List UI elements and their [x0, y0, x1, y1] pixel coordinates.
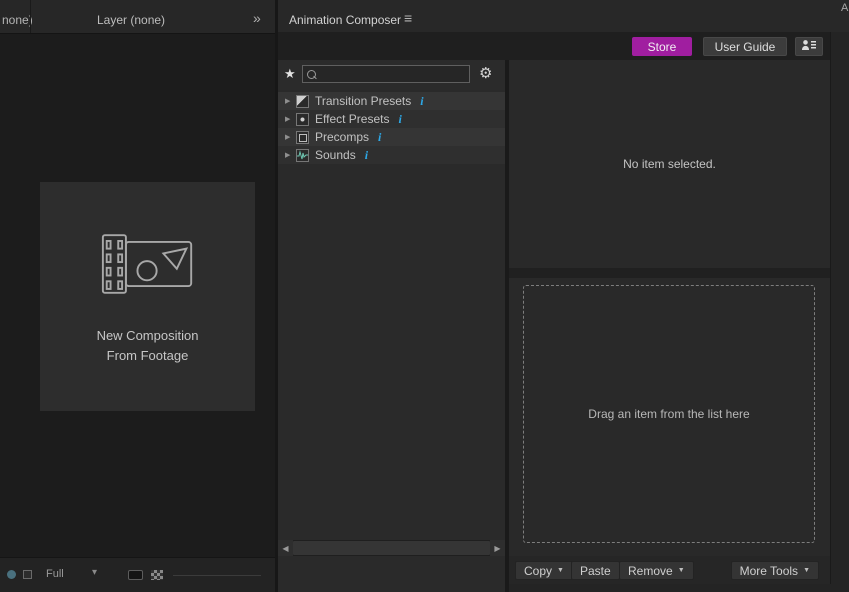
copy-button-label: Copy [524, 564, 552, 578]
preset-list-pane: ★ ⚙ ▶ Transition Presets i ▶ Effect Pres… [278, 60, 505, 592]
drop-target[interactable]: Drag an item from the list here [523, 285, 815, 543]
paste-button[interactable]: Paste [571, 561, 620, 580]
more-tools-button-label: More Tools [740, 564, 798, 578]
region-of-interest-icon[interactable] [128, 570, 143, 580]
composition-viewer-panel: none) Layer (none) » [0, 0, 275, 592]
tab-animation-composer[interactable]: Animation Composer [289, 13, 401, 27]
composer-panel-header: Animation Composer ≡ A [278, 0, 849, 33]
new-composition-icon [100, 232, 196, 296]
more-tools-button[interactable]: More Tools ▼ [731, 561, 819, 580]
snapshot-icon[interactable] [23, 570, 32, 579]
transition-presets-icon [296, 95, 309, 108]
favorites-star-icon[interactable]: ★ [284, 66, 296, 82]
scroll-left-icon[interactable]: ◀ [278, 540, 293, 556]
remove-button[interactable]: Remove ▼ [619, 561, 694, 580]
chevron-down-icon: ▼ [557, 567, 564, 574]
category-label: Sounds [315, 148, 356, 162]
panel-menu-icon[interactable]: ≡ [404, 10, 412, 26]
partial-label: A [841, 2, 848, 14]
search-row: ★ ⚙ [278, 60, 505, 90]
expand-arrow-icon[interactable]: ▶ [285, 97, 295, 105]
preview-area: No item selected. [509, 60, 830, 268]
info-icon[interactable]: i [398, 112, 401, 127]
footer-divider [173, 575, 261, 576]
user-list-icon [801, 38, 817, 56]
scrollbar-thumb[interactable] [293, 541, 490, 555]
viewer-footer-toolbar: Full ▾ [0, 557, 275, 592]
drop-hint-text: Drag an item from the list here [588, 407, 749, 421]
list-item-transition-presets[interactable]: ▶ Transition Presets i [278, 92, 505, 110]
chevron-down-icon: ▼ [803, 567, 810, 574]
transparency-grid-icon[interactable] [151, 570, 163, 580]
settings-gear-icon[interactable]: ⚙ [479, 64, 492, 82]
waveform-icon [296, 149, 309, 162]
copy-button[interactable]: Copy ▼ [515, 561, 573, 580]
viewer-canvas: New Composition From Footage [0, 34, 275, 557]
no-item-selected-text: No item selected. [623, 157, 716, 171]
user-guide-button[interactable]: User Guide [703, 37, 787, 56]
section-divider [509, 268, 830, 278]
composer-toolbar: Store User Guide [278, 32, 849, 60]
detail-footer-toolbar: Copy ▼ Paste Remove ▼ More Tools ▼ [509, 556, 830, 584]
account-button[interactable] [795, 37, 823, 56]
expand-arrow-icon[interactable]: ▶ [285, 151, 295, 159]
info-icon[interactable]: i [378, 130, 381, 145]
right-edge-strip [830, 32, 849, 584]
expand-arrow-icon[interactable]: ▶ [285, 115, 295, 123]
detail-pane: No item selected. Drag an item from the … [509, 60, 830, 592]
viewer-panel-header: none) Layer (none) » [0, 0, 275, 34]
drop-area: Drag an item from the list here [509, 278, 830, 556]
list-item-precomps[interactable]: ▶ Precomps i [278, 128, 505, 146]
paste-button-label: Paste [580, 564, 611, 578]
category-label: Effect Presets [315, 112, 389, 126]
remove-button-label: Remove [628, 564, 673, 578]
magnification-dropdown[interactable]: Full [46, 568, 64, 580]
horizontal-scrollbar[interactable]: ◀ ▶ [278, 540, 505, 556]
expand-arrow-icon[interactable]: ▶ [285, 133, 295, 141]
new-composition-label: New Composition From Footage [97, 326, 199, 366]
color-management-icon[interactable] [7, 570, 16, 579]
scroll-right-icon[interactable]: ▶ [490, 540, 505, 556]
category-label: Precomps [315, 130, 369, 144]
info-icon[interactable]: i [420, 94, 423, 109]
tab-layer-none[interactable]: Layer (none) [97, 13, 165, 27]
list-item-sounds[interactable]: ▶ Sounds i [278, 146, 505, 164]
chevron-down-icon: ▼ [678, 567, 685, 574]
list-item-effect-presets[interactable]: ▶ Effect Presets i [278, 110, 505, 128]
category-label: Transition Presets [315, 94, 411, 108]
precomps-icon [296, 131, 309, 144]
panel-overflow-icon[interactable]: » [253, 10, 260, 26]
animation-composer-panel: Animation Composer ≡ A Store User Guide [278, 0, 849, 592]
magnification-caret-icon[interactable]: ▾ [92, 567, 97, 578]
store-button[interactable]: Store [632, 37, 692, 56]
app-window: none) Layer (none) » [0, 0, 849, 592]
new-composition-from-footage-button[interactable]: New Composition From Footage [40, 182, 255, 411]
header-divider [30, 0, 31, 33]
search-input[interactable] [302, 65, 470, 83]
info-icon[interactable]: i [365, 148, 368, 163]
truncated-tab-label[interactable]: none) [2, 13, 33, 27]
effect-presets-icon [296, 113, 309, 126]
